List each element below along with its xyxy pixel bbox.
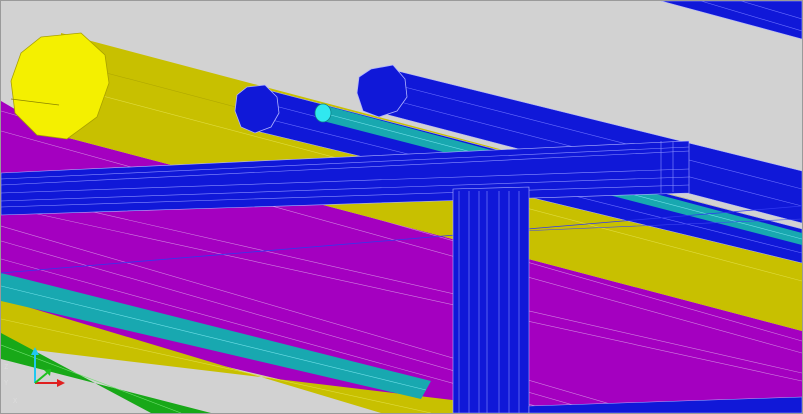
ucs-axes (31, 347, 65, 387)
cyan-pipe-end-cap (314, 103, 332, 123)
steel-column-vertical[interactable] (452, 186, 530, 413)
x-axis-arrow (57, 379, 65, 387)
ucs-icon: Z Y X (1, 343, 71, 413)
z-axis-arrow (31, 347, 39, 355)
x-axis-label: X (13, 397, 18, 405)
y-axis (34, 372, 48, 384)
y-axis-label: Y (4, 379, 9, 387)
z-axis-label: Z (4, 363, 9, 371)
model-viewport[interactable]: Z Y X (0, 0, 803, 414)
3d-scene[interactable] (1, 1, 802, 413)
